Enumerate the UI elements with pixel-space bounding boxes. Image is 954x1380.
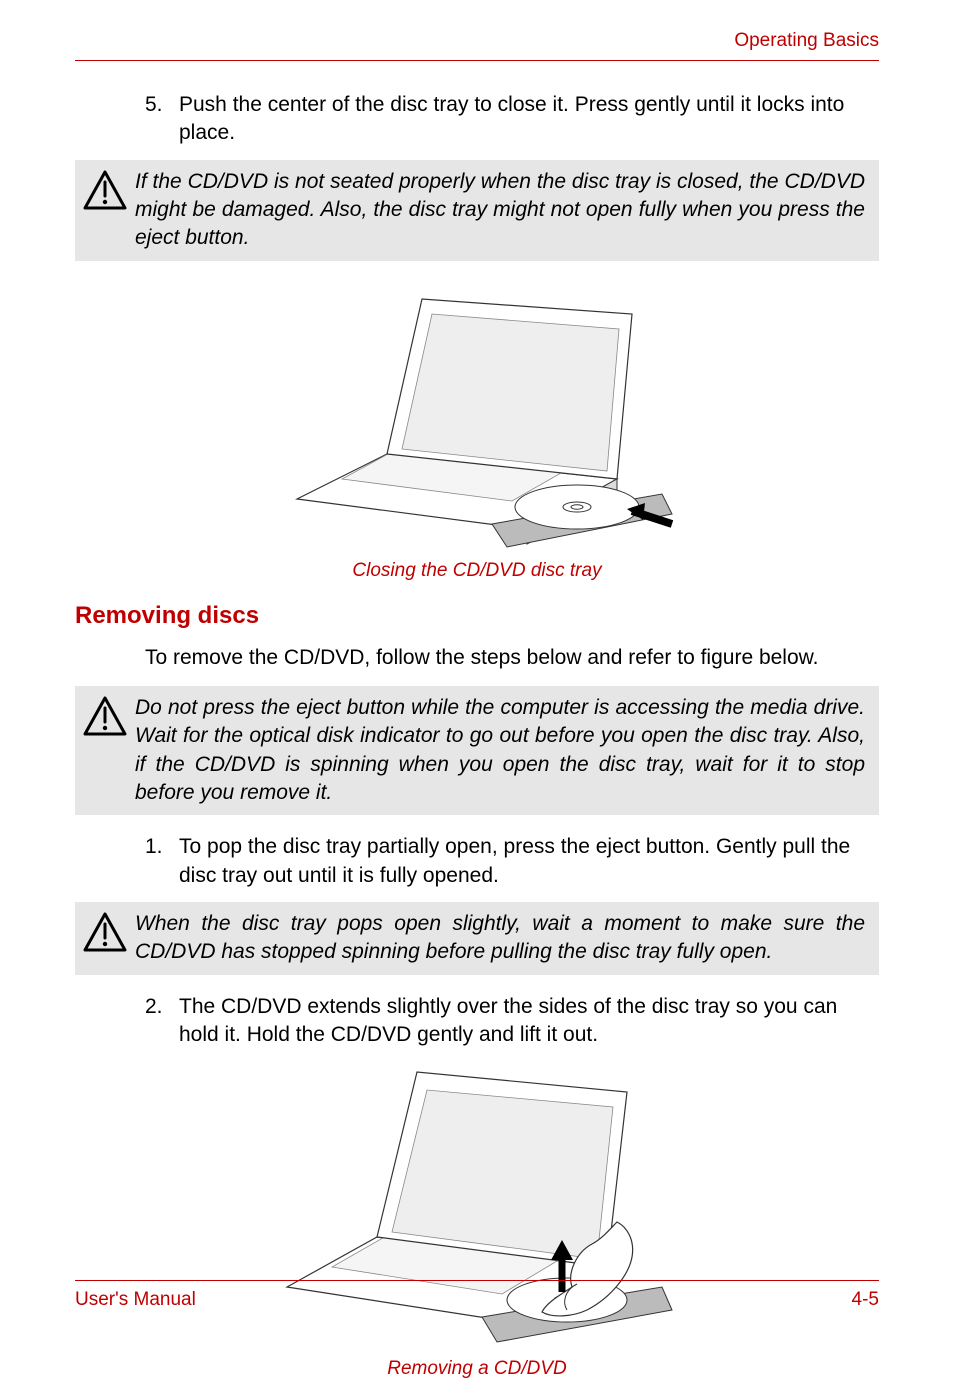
caution-block: If the CD/DVD is not seated properly whe… — [75, 160, 879, 261]
section-heading-removing-discs: Removing discs — [75, 602, 879, 630]
list-number: 2. — [145, 993, 179, 1050]
intro-paragraph: To remove the CD/DVD, follow the steps b… — [145, 644, 879, 672]
figure-caption: Removing a CD/DVD — [387, 1358, 567, 1380]
caution-block: When the disc tray pops open slightly, w… — [75, 902, 879, 975]
list-number: 5. — [145, 91, 179, 148]
list-item: 1. To pop the disc tray partially open, … — [145, 833, 879, 890]
caution-text: When the disc tray pops open slightly, w… — [135, 910, 869, 967]
figure-removing-disc: Removing a CD/DVD — [75, 1062, 879, 1380]
figure-image — [267, 279, 687, 554]
list-item: 2. The CD/DVD extends slightly over the … — [145, 993, 879, 1050]
caution-icon — [75, 694, 135, 736]
header-section-title: Operating Basics — [75, 30, 879, 60]
list-number: 1. — [145, 833, 179, 890]
list-text: To pop the disc tray partially open, pre… — [179, 833, 879, 890]
caution-icon — [75, 168, 135, 210]
footer-rule — [75, 1280, 879, 1281]
footer-manual-title: User's Manual — [75, 1289, 196, 1311]
figure-caption: Closing the CD/DVD disc tray — [352, 560, 601, 582]
caution-text: Do not press the eject button while the … — [135, 694, 869, 807]
header-rule — [75, 60, 879, 61]
caution-text: If the CD/DVD is not seated properly whe… — [135, 168, 869, 253]
page-footer: User's Manual 4-5 — [75, 1280, 879, 1311]
figure-closing-tray: Closing the CD/DVD disc tray — [75, 279, 879, 582]
list-text: Push the center of the disc tray to clos… — [179, 91, 879, 148]
footer-page-number: 4-5 — [852, 1289, 879, 1311]
caution-block: Do not press the eject button while the … — [75, 686, 879, 815]
list-item: 5. Push the center of the disc tray to c… — [145, 91, 879, 148]
caution-icon — [75, 910, 135, 952]
list-text: The CD/DVD extends slightly over the sid… — [179, 993, 879, 1050]
